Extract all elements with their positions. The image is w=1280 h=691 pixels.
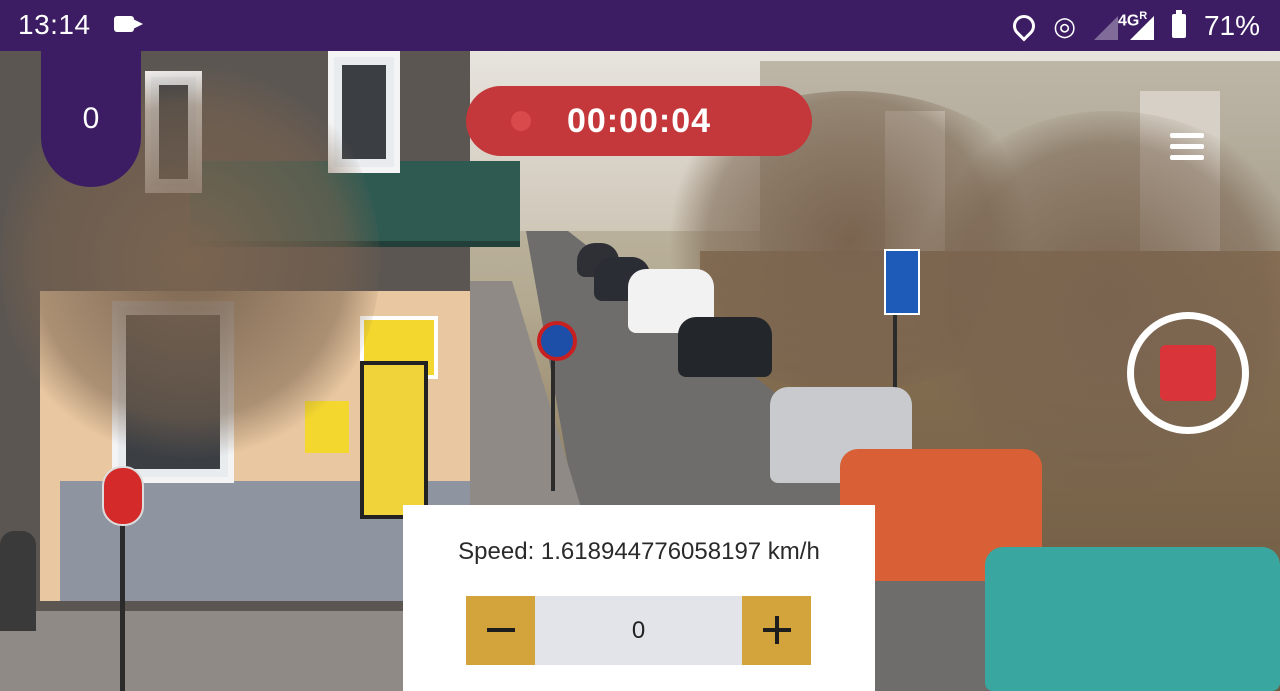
status-time: 13:14 <box>18 9 91 40</box>
speed-panel: Speed: 1.618944776058197 km/h 0 <box>403 505 875 691</box>
parking-sign <box>884 249 920 315</box>
video-camera-icon <box>114 16 143 32</box>
capture-counter: 0 <box>41 51 141 187</box>
sign-pole <box>551 341 555 491</box>
minus-icon <box>487 628 515 632</box>
signal-icon: 4GR <box>1093 10 1154 40</box>
counter-value: 0 <box>82 102 100 135</box>
stepper-value[interactable]: 0 <box>535 596 742 665</box>
teal-car <box>985 547 1280 691</box>
location-icon <box>1008 10 1040 42</box>
no-entry-sign <box>102 466 144 526</box>
status-bar: 13:14 ◎ 4GR 71% <box>0 0 1280 51</box>
speed-readout: Speed: 1.618944776058197 km/h <box>458 538 820 565</box>
recording-timer: 00:00:04 <box>466 86 812 156</box>
recording-elapsed: 00:00:04 <box>566 101 712 140</box>
shop-door <box>360 361 428 519</box>
no-stopping-sign <box>537 321 577 361</box>
recording-indicator-icon <box>511 111 531 131</box>
sign-pole <box>120 521 125 691</box>
parked-car <box>678 317 772 377</box>
pedestrian <box>0 531 36 631</box>
stop-recording-button[interactable] <box>1127 312 1249 434</box>
hotspot-icon: ◎ <box>1053 11 1076 41</box>
decrease-button[interactable] <box>466 596 535 665</box>
speed-stepper: 0 <box>466 596 811 665</box>
battery-percent: 71% <box>1203 10 1260 41</box>
stop-icon <box>1160 345 1216 401</box>
battery-icon <box>1171 10 1186 38</box>
status-icons: ◎ 4GR 71% <box>1008 8 1260 44</box>
hamburger-menu-icon[interactable] <box>1170 133 1206 161</box>
increase-button[interactable] <box>742 596 811 665</box>
